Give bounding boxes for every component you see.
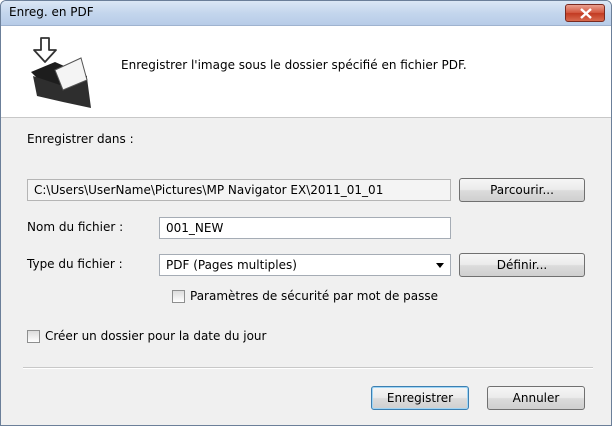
password-security-checkbox[interactable] [172,290,185,303]
separator [23,367,593,369]
browse-button-label: Parcourir... [490,183,554,197]
file-name-input[interactable]: 001_NEW [159,217,451,239]
date-folder-checkbox[interactable] [27,330,40,343]
header-description: Enregistrer l'image sous le dossier spéc… [121,58,467,72]
save-in-label: Enregistrer dans : [27,132,134,146]
date-folder-label: Créer un dossier pour la date du jour [45,329,267,343]
save-in-path-field[interactable]: C:\Users\UserName\Pictures\MP Navigator … [27,179,451,201]
window-title: Enreg. en PDF [9,5,94,19]
browse-button[interactable]: Parcourir... [459,178,585,202]
chevron-down-icon [436,263,444,268]
dialog-header: Enregistrer l'image sous le dossier spéc… [1,26,611,118]
file-name-label: Nom du fichier : [27,220,124,234]
password-security-label: Paramètres de sécurité par mot de passe [190,289,438,303]
title-bar[interactable]: Enreg. en PDF [1,1,611,26]
save-button-label: Enregistrer [386,391,454,405]
close-icon [580,8,592,19]
file-type-label: Type du fichier : [27,257,123,271]
define-button-label: Définir... [496,258,548,272]
save-button[interactable]: Enregistrer [371,386,469,410]
file-type-value: PDF (Pages multiples) [166,258,297,272]
cancel-button[interactable]: Annuler [487,386,585,410]
file-type-select[interactable]: PDF (Pages multiples) [159,254,451,276]
file-name-value: 001_NEW [166,221,224,235]
save-in-path-value: C:\Users\UserName\Pictures\MP Navigator … [34,183,384,197]
cancel-button-label: Annuler [512,391,560,405]
close-button[interactable] [565,4,605,22]
folder-save-icon [31,37,91,108]
save-as-pdf-dialog: Enreg. en PDF Enregistrer l'image sous l… [0,0,612,426]
define-button[interactable]: Définir... [459,253,585,277]
